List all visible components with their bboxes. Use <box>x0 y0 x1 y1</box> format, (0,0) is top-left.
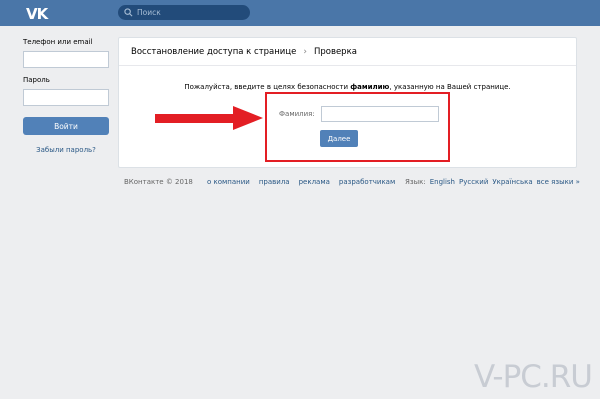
breadcrumb: Восстановление доступа к странице › Пров… <box>119 38 576 66</box>
language-label: Язык: <box>405 178 426 186</box>
breadcrumb-recovery[interactable]: Восстановление доступа к странице <box>131 47 296 57</box>
vk-logo[interactable]: VK <box>26 5 48 23</box>
footer-link-developers[interactable]: разработчикам <box>339 178 395 186</box>
phone-input[interactable] <box>23 51 109 68</box>
security-prompt: Пожалуйста, введите в целях безопасности… <box>119 83 576 91</box>
lang-ukrainian[interactable]: Українська <box>492 178 532 186</box>
footer-link-rules[interactable]: правила <box>259 178 290 186</box>
prompt-text-bold: фамилию <box>350 83 390 91</box>
search-icon <box>124 8 133 17</box>
footer-link-about[interactable]: о компании <box>207 178 250 186</box>
top-bar: VK <box>0 0 600 26</box>
watermark: V-PC.RU <box>474 359 593 395</box>
password-label: Пароль <box>23 76 50 84</box>
login-button[interactable]: Войти <box>23 117 109 135</box>
search-input[interactable] <box>137 8 237 17</box>
prompt-text-end: , указанную на Вашей странице. <box>389 83 511 91</box>
footer-link-ads[interactable]: реклама <box>299 178 330 186</box>
lang-all[interactable]: все языки » <box>537 178 580 186</box>
prompt-text-start: Пожалуйста, введите в целях безопасности <box>184 83 351 91</box>
chevron-right-icon: › <box>303 46 307 57</box>
forgot-password-link[interactable]: Забыли пароль? <box>23 146 109 154</box>
breadcrumb-check: Проверка <box>313 46 357 57</box>
language-selector: Язык: English Русский Українська все языки » <box>405 178 580 186</box>
red-arrow-icon <box>155 106 263 130</box>
lang-russian[interactable]: Русский <box>459 178 488 186</box>
phone-label: Телефон или email <box>23 38 93 46</box>
red-highlight-box <box>265 92 450 162</box>
footer-copyright: ВКонтакте © 2018 <box>124 178 193 186</box>
footer-links: о компании правила реклама разработчикам <box>207 178 404 186</box>
search-box[interactable] <box>118 5 250 20</box>
login-form: Телефон или email Пароль Войти Забыли па… <box>23 38 111 154</box>
lang-english[interactable]: English <box>430 178 455 186</box>
password-input[interactable] <box>23 89 109 106</box>
